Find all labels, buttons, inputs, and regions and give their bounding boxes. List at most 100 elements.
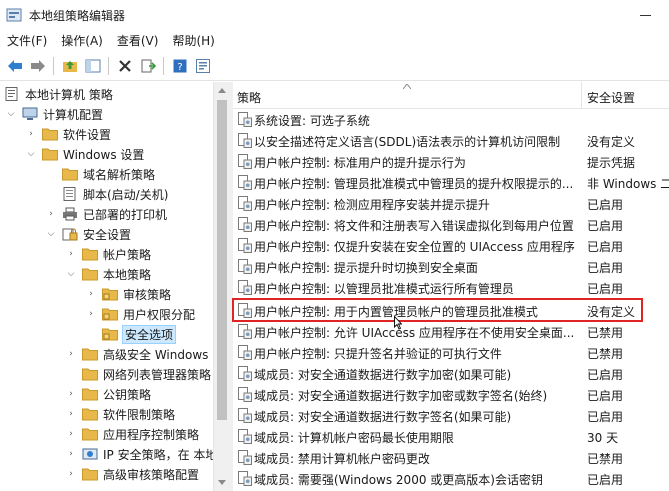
policy-item-icon (238, 408, 252, 423)
properties-button[interactable] (191, 55, 214, 78)
table-row[interactable]: 域成员: 禁用计算机帐户密码更改 已禁用 (233, 447, 669, 468)
expand-chevron-icon[interactable]: › (46, 209, 56, 219)
expand-chevron-icon[interactable]: › (66, 349, 76, 359)
security-icon (62, 227, 78, 241)
policy-item-icon (238, 450, 252, 465)
forward-button[interactable] (26, 55, 49, 78)
policy-name: 域成员: 对安全通道数据进行数字加密或数字签名(始终) (254, 389, 548, 403)
table-row[interactable]: 域成员: 计算机帐户密码最长使用期限 30 天 (233, 426, 669, 447)
expand-chevron-icon[interactable]: › (66, 469, 76, 479)
policy-item-icon (238, 303, 252, 318)
policy-setting: 没有定义 (587, 135, 636, 149)
column-header-policy[interactable]: 策略 (237, 89, 261, 106)
tree-item-security-settings[interactable]: ⌵ 安全设置 (46, 224, 131, 244)
help-question-icon: ? (173, 59, 186, 73)
tree-item-local-computer-policy[interactable]: 本地计算机 策略 (4, 84, 113, 104)
table-row[interactable]: 用户帐户控制: 仅提升安装在安全位置的 UIAccess 应用程序 已启用 (233, 235, 669, 256)
tree-item-public-key-policies[interactable]: › 公钥策略 (66, 384, 151, 404)
table-row[interactable]: 系统设置: 可选子系统 (233, 109, 669, 130)
collapse-chevron-icon[interactable]: ⌵ (46, 229, 56, 239)
tree-item-advanced-audit-config[interactable]: › 高级审核策略配置 (66, 464, 199, 484)
folder-icon (42, 147, 58, 161)
table-row[interactable]: 用户帐户控制: 提示提升时切换到安全桌面 已启用 (233, 256, 669, 277)
up-folder-button[interactable] (58, 55, 81, 78)
navigation-tree: 本地计算机 策略 ⌵ 计算机配置 › 软件设置 ⌵ Windows 设置 域名解… (0, 82, 213, 491)
tree-item-network-list-manager[interactable]: 网络列表管理器策略 (66, 364, 211, 384)
expand-chevron-icon[interactable]: › (66, 249, 76, 259)
expand-chevron-icon[interactable]: › (86, 309, 96, 319)
tree-item-software-restriction[interactable]: › 软件限制策略 (66, 404, 175, 424)
table-row[interactable]: 用户帐户控制: 管理员批准模式中管理员的提升权限提示的... 非 Windows… (233, 172, 669, 193)
back-button[interactable] (3, 55, 26, 78)
table-row[interactable]: 用户帐户控制: 以管理员批准模式运行所有管理员 已启用 (233, 277, 669, 298)
tree-item-app-control-policies[interactable]: › 应用程序控制策略 (66, 424, 199, 444)
collapse-chevron-icon[interactable]: ⌵ (66, 269, 76, 279)
policy-setting: 已启用 (587, 368, 624, 382)
tree-item-deployed-printers[interactable]: › 已部署的打印机 (46, 204, 167, 224)
policy-name: 用户帐户控制: 用于内置管理员帐户的管理员批准模式 (254, 305, 538, 319)
expand-chevron-icon[interactable]: › (66, 429, 76, 439)
tree-item-user-rights-assignment[interactable]: › 用户权限分配 (86, 304, 195, 324)
folder-lock-icon (102, 307, 118, 321)
expand-chevron-icon[interactable]: › (66, 449, 76, 459)
policy-item-icon (238, 280, 252, 295)
table-row[interactable]: 用户帐户控制: 允许 UIAccess 应用程序在不使用安全桌面... 已禁用 (233, 321, 669, 342)
export-list-button[interactable] (136, 55, 159, 78)
delete-button[interactable] (113, 55, 136, 78)
tree-item-audit-policy[interactable]: › 审核策略 (86, 284, 171, 304)
policy-item-icon (238, 366, 252, 381)
policy-name: 域成员: 对安全通道数据进行数字加密(如果可能) (254, 368, 512, 382)
show-hide-tree-button[interactable] (81, 55, 104, 78)
table-row[interactable]: 域成员: 对安全通道数据进行数字加密(如果可能) 已启用 (233, 363, 669, 384)
policy-name: 用户帐户控制: 以管理员批准模式运行所有管理员 (254, 282, 514, 296)
menu-action[interactable]: 操作(A) (54, 30, 110, 52)
window-title: 本地组策略编辑器 (29, 8, 126, 23)
table-row[interactable]: 用户帐户控制: 检测应用程序安装并提示提升 已启用 (233, 193, 669, 214)
table-row[interactable]: 用户帐户控制: 只提升签名并验证的可执行文件 已禁用 (233, 342, 669, 363)
table-row[interactable]: 用户帐户控制: 将文件和注册表写入错误虚拟化到每用户位置 已启用 (233, 214, 669, 235)
table-row[interactable]: 用户帐户控制: 标准用户的提升提示行为 提示凭据 (233, 151, 669, 172)
policy-setting: 已禁用 (587, 452, 624, 466)
column-header-security-setting[interactable]: 安全设置 (587, 89, 635, 106)
expand-chevron-icon[interactable]: › (66, 389, 76, 399)
menu-view[interactable]: 查看(V) (110, 30, 166, 52)
scroll-up-arrow-icon[interactable] (218, 88, 226, 93)
tree-item-name-resolution-policy[interactable]: 域名解析策略 (46, 164, 155, 184)
tree-item-security-options[interactable]: 安全选项 (86, 324, 177, 344)
tree-item-ip-security-policies[interactable]: › IP 安全策略，在 本地 (66, 444, 213, 464)
menu-file[interactable]: 文件(F) (0, 30, 54, 52)
menu-help[interactable]: 帮助(H) (165, 30, 221, 52)
collapse-chevron-icon[interactable]: ⌵ (6, 109, 16, 119)
tree-item-software-settings[interactable]: › 软件设置 (26, 124, 111, 144)
svg-text:?: ? (177, 62, 182, 73)
group-policy-app-icon (6, 7, 22, 23)
table-row[interactable]: 域成员: 需要强(Windows 2000 或更高版本)会话密钥 已启用 (233, 468, 669, 489)
expand-chevron-icon[interactable]: › (66, 409, 76, 419)
folder-icon (82, 347, 98, 361)
table-row[interactable]: 域成员: 对安全通道数据进行数字签名(如果可能) 已启用 (233, 405, 669, 426)
collapse-chevron-icon[interactable]: ⌵ (26, 149, 36, 159)
minimize-button[interactable] (637, 6, 655, 24)
tree-item-windows-firewall[interactable]: › 高级安全 Windows (66, 344, 208, 364)
scroll-down-arrow-icon[interactable] (218, 480, 226, 485)
list-header: 策略 安全设置 (233, 82, 669, 109)
printer-icon (62, 207, 78, 221)
tree-scrollbar[interactable] (213, 82, 230, 491)
expand-chevron-icon[interactable]: › (26, 129, 36, 139)
tree-item-account-policies[interactable]: › 帐户策略 (66, 244, 151, 264)
column-divider[interactable] (581, 82, 582, 109)
table-row-highlighted[interactable]: 用户帐户控制: 用于内置管理员帐户的管理员批准模式 没有定义 (233, 300, 669, 321)
expand-chevron-icon[interactable]: › (86, 289, 96, 299)
scrollbar-thumb[interactable] (217, 100, 227, 420)
policy-setting: 非 Windows 二 (587, 177, 669, 191)
ip-security-icon (82, 447, 98, 461)
tree-item-computer-config[interactable]: ⌵ 计算机配置 (6, 104, 103, 124)
tree-item-scripts[interactable]: 脚本(启动/关机) (46, 184, 168, 204)
tree-item-windows-settings[interactable]: ⌵ Windows 设置 (26, 144, 145, 164)
policy-setting: 已启用 (587, 410, 624, 424)
help-button[interactable]: ? (168, 55, 191, 78)
table-row[interactable]: 域成员: 对安全通道数据进行数字加密或数字签名(始终) 已启用 (233, 384, 669, 405)
tree-item-local-policies[interactable]: ⌵ 本地策略 (66, 264, 151, 284)
table-row[interactable]: 以安全描述符定义语言(SDDL)语法表示的计算机访问限制 没有定义 (233, 130, 669, 151)
folder-icon (82, 247, 98, 261)
